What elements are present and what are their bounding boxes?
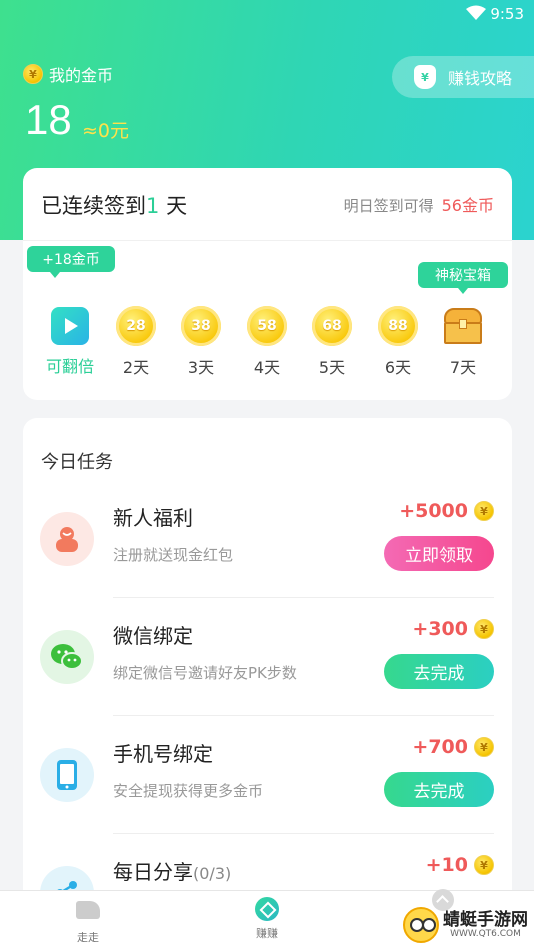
- wechat-icon: [40, 630, 94, 684]
- signin-day-2[interactable]: 28 2天: [106, 306, 166, 378]
- nav-earn[interactable]: 赚赚: [227, 897, 307, 941]
- day-label: 可翻倍: [45, 357, 94, 376]
- signin-day-3[interactable]: 38 3天: [171, 306, 231, 378]
- status-bar: 9:53: [0, 0, 534, 30]
- status-time: 9:53: [490, 5, 524, 23]
- task-row-phone: 手机号绑定 安全提现获得更多金币 +700 ¥ 去完成: [23, 716, 512, 834]
- money-bag-icon: ¥: [414, 65, 436, 89]
- task-name: 微信绑定: [113, 624, 193, 648]
- coin-icon: ¥: [474, 737, 494, 757]
- play-icon: [51, 307, 89, 345]
- nav-earn-label: 赚赚: [256, 927, 278, 940]
- task-row-newbie: 新人福利 注册就送现金红包 +5000 ¥ 立即领取: [23, 480, 512, 598]
- complete-button[interactable]: 去完成: [384, 772, 494, 807]
- nav-walk[interactable]: 走走: [48, 897, 128, 945]
- coin-icon: ¥: [474, 619, 494, 639]
- signin-day-6[interactable]: 88 6天: [368, 306, 428, 378]
- task-reward: +5000 ¥: [399, 500, 494, 522]
- earn-strategy-button[interactable]: ¥ 赚钱攻略: [392, 56, 534, 98]
- task-reward: +300 ¥: [412, 618, 494, 640]
- tasks-title: 今日任务: [41, 452, 113, 473]
- signin-days-row: 可翻倍 28 2天 38 3天 58 4天 68 5天 88 6天 7天: [23, 306, 512, 386]
- tasks-card: 今日任务 新人福利 注册就送现金红包 +5000 ¥ 立即领取 微信绑定 绑定微信…: [23, 418, 512, 938]
- day-label: 6天: [384, 358, 412, 377]
- coin-icon: 68: [312, 306, 352, 346]
- tomorrow-gain: 56金币: [441, 196, 494, 215]
- phone-icon: [40, 748, 94, 802]
- wifi-icon: [466, 5, 486, 20]
- coin-icon: 28: [116, 306, 156, 346]
- nav-walk-label: 走走: [77, 931, 99, 944]
- signin-title: 已连续签到1 天: [41, 194, 188, 218]
- earn-icon: [255, 897, 279, 921]
- divider: [23, 240, 512, 241]
- my-coins-text: 我的金币: [49, 66, 114, 85]
- task-desc: 注册就送现金红包: [113, 546, 234, 564]
- task-reward: +700 ¥: [412, 736, 494, 758]
- treasure-chest-icon: [442, 306, 484, 346]
- coin-icon: ¥: [474, 855, 494, 875]
- task-name: 新人福利: [113, 506, 193, 530]
- day-label: 5天: [318, 358, 346, 377]
- my-coins-label: ¥ 我的金币: [23, 62, 113, 86]
- shoe-icon: [76, 901, 100, 925]
- coin-icon: 88: [378, 306, 418, 346]
- day-label: 4天: [253, 358, 281, 377]
- task-name: 每日分享(0/3): [113, 860, 232, 884]
- tomorrow-reward: 明日签到可得 56金币: [343, 196, 494, 215]
- signin-days: 1: [146, 194, 160, 218]
- task-row-wechat: 微信绑定 绑定微信号邀请好友PK步数 +300 ¥ 去完成: [23, 598, 512, 716]
- user-gift-icon: [40, 512, 94, 566]
- watermark-url: WWW.QT6.COM: [450, 929, 521, 939]
- coin-icon: ¥: [23, 64, 43, 84]
- coin-icon: 38: [181, 306, 221, 346]
- day-label: 2天: [122, 358, 150, 377]
- coin-count: 18: [25, 96, 72, 143]
- mystery-box-tag: 神秘宝箱: [418, 262, 508, 294]
- signin-day-7[interactable]: 7天: [433, 306, 493, 378]
- watermark-text: 蜻蜓手游网: [443, 910, 528, 930]
- watermark-logo: 蜻蜓手游网 WWW.QT6.COM: [403, 907, 528, 943]
- coin-icon: ¥: [474, 501, 494, 521]
- claim-button[interactable]: 立即领取: [384, 536, 494, 571]
- coin-value: ≈0元: [82, 120, 130, 142]
- dragonfly-logo-icon: [403, 907, 439, 943]
- task-reward: +10 ¥: [426, 854, 494, 876]
- signin-day-4[interactable]: 58 4天: [237, 306, 297, 378]
- signin-day-1[interactable]: 可翻倍: [40, 306, 100, 377]
- signin-day-5[interactable]: 68 5天: [302, 306, 362, 378]
- bonus-tag: +18金币: [27, 246, 115, 278]
- signin-card: 已连续签到1 天 明日签到可得 56金币 +18金币 神秘宝箱 可翻倍 28 2天…: [23, 168, 512, 400]
- task-desc: 安全提现获得更多金币: [113, 782, 264, 800]
- day-label: 7天: [449, 358, 477, 377]
- coin-icon: 58: [247, 306, 287, 346]
- earn-strategy-label: 赚钱攻略: [448, 69, 513, 88]
- task-desc: 绑定微信号邀请好友PK步数: [113, 664, 297, 682]
- task-progress: (0/3): [193, 864, 232, 883]
- complete-button[interactable]: 去完成: [384, 654, 494, 689]
- day-label: 3天: [187, 358, 215, 377]
- task-name: 手机号绑定: [113, 742, 213, 766]
